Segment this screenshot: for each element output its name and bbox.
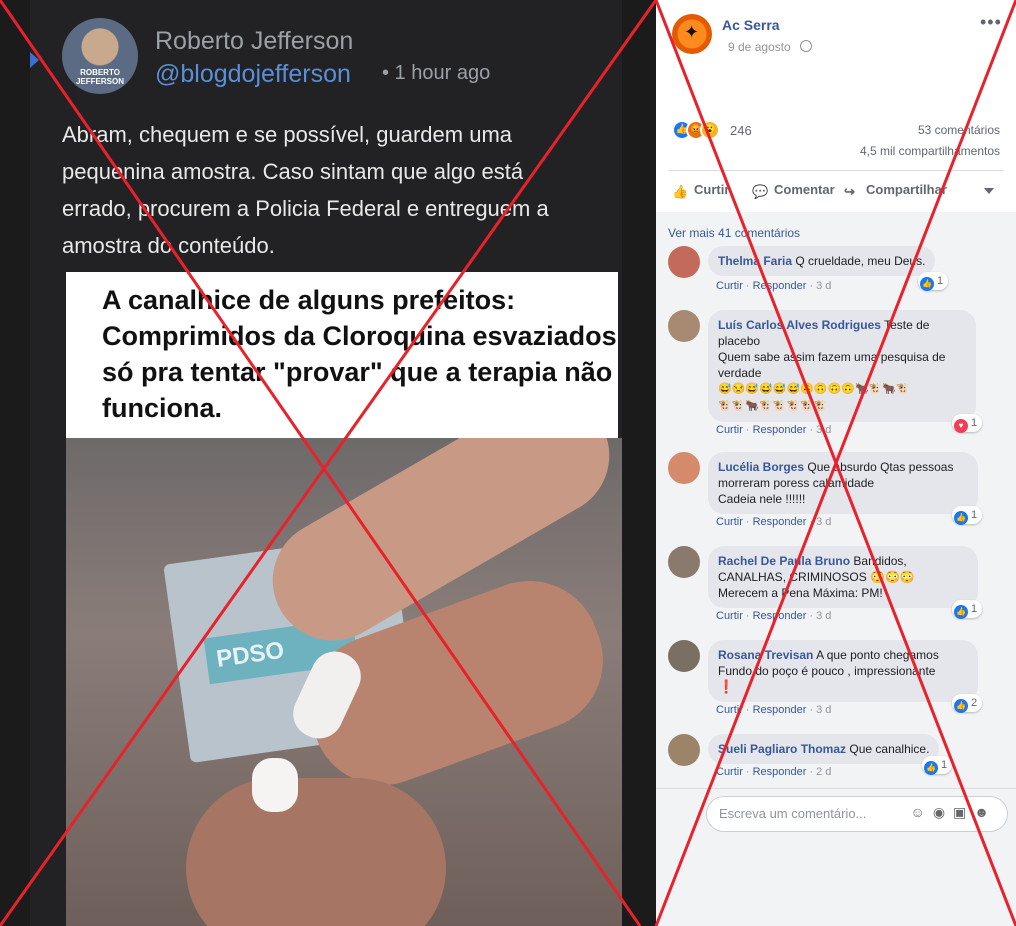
post-actions: 👍 Curtir 💬 Comentar ↪ Compartilhar [672, 176, 1002, 206]
avatar[interactable] [668, 546, 700, 578]
comment-like-link[interactable]: Curtir [716, 424, 743, 436]
share-button[interactable]: ↪ Compartilhar [844, 182, 947, 199]
like-reaction-icon: 👍 [924, 761, 938, 775]
comment-reactions[interactable]: 👍 2 [952, 694, 983, 713]
sticker-icon[interactable]: ☻ [974, 804, 997, 820]
page-name-link[interactable]: Ac Serra [722, 17, 780, 33]
comment-like-link[interactable]: Curtir [716, 280, 743, 292]
shares-count-link[interactable]: 4,5 mil compartilhamentos [860, 144, 1000, 158]
comment-reactions[interactable]: ♥ 1 [952, 414, 983, 433]
avatar[interactable] [668, 640, 700, 672]
tweet-screenshot: ROBERTO JEFFERSON Roberto Jefferson @blo… [0, 0, 656, 926]
comment-actions: Curtir · Responder · 2 d [716, 766, 832, 778]
globe-icon [800, 40, 813, 52]
comments-count-link[interactable]: 53 comentários [918, 123, 1000, 137]
avatar[interactable] [668, 452, 700, 484]
gif-icon[interactable]: ▣ [953, 804, 974, 820]
comment-reactions[interactable]: 👍 1 [952, 600, 983, 619]
comment-author[interactable]: Sueli Pagliaro Thomaz [718, 742, 846, 756]
speech-bubble-icon: 💬 [752, 184, 769, 199]
comment-actions: Curtir · Responder · 3 d [716, 424, 832, 436]
comment-actions: Curtir · Responder · 3 d [716, 610, 832, 622]
meme-caption-text: A canalhice de alguns prefeitos: Comprim… [102, 285, 617, 423]
comment-bubble: Lucélia Borges Que absurdo Qtas pessoas … [708, 452, 978, 514]
hand-thumb [186, 778, 446, 926]
heart-reaction-icon: ♥ [954, 419, 968, 433]
comment-reactions[interactable]: 👍 1 [922, 756, 953, 775]
compose-tools: ☺◉▣☻ [911, 804, 997, 821]
comment-text: Que canalhice. [849, 742, 930, 756]
comment-emoji: 😅😒😅😅😅😅🙃🙃🙃🙃🐂🐮🐂🐮 🐮🐮🐂🐮🐮🐮🐮🐮 [718, 383, 910, 412]
comment-actions: Curtir · Responder · 3 d [716, 704, 832, 716]
comment-age[interactable]: 3 d [816, 610, 831, 622]
like-reaction-icon: 👍 [920, 277, 934, 291]
comment-author[interactable]: Rosana Trevisan [718, 648, 813, 662]
comment-reply-link[interactable]: Responder [753, 610, 807, 622]
comment-reply-link[interactable]: Responder [753, 280, 807, 292]
comment-emoji: ❗ [718, 679, 735, 694]
like-reaction-icon: 👍 [954, 511, 968, 525]
avatar[interactable] [668, 310, 700, 342]
camera-icon[interactable]: ◉ [933, 804, 953, 820]
tweet-text: Abram, chequem e se possível, guardem um… [62, 122, 549, 258]
comment-author[interactable]: Lucélia Borges [718, 460, 804, 474]
divider [668, 170, 1004, 171]
comment-like-link[interactable]: Curtir [716, 704, 743, 716]
avatar[interactable] [668, 246, 700, 278]
comment-author[interactable]: Rachel De Paula Bruno [718, 554, 850, 568]
comment-bubble: Thelma Faria Q crueldade, meu Deus. [708, 246, 936, 276]
comment-reply-link[interactable]: Responder [753, 766, 807, 778]
see-more-comments-link[interactable]: Ver mais 41 comentários [668, 226, 800, 240]
comment-reactions[interactable]: 👍 1 [952, 506, 983, 525]
like-reaction-icon: 👍 [954, 699, 968, 713]
comment-age[interactable]: 3 d [816, 424, 831, 436]
chevron-down-icon[interactable] [984, 188, 994, 194]
reaction-count: 246 [730, 123, 752, 138]
comment-like-link[interactable]: Curtir [716, 516, 743, 528]
tweet-author-avatar: ROBERTO JEFFERSON [62, 18, 138, 94]
comment-author[interactable]: Luís Carlos Alves Rodrigues [718, 318, 881, 332]
comment-age[interactable]: 3 d [816, 704, 831, 716]
post-date[interactable]: 9 de agosto [728, 40, 813, 54]
tweet-author-handle: @blogdojefferson [155, 60, 351, 88]
capsule-half [252, 758, 298, 812]
comment-actions: Curtir · Responder · 3 d [716, 280, 832, 292]
comment-age[interactable]: 2 d [816, 766, 831, 778]
comment-input-placeholder: Escreva um comentário... [719, 806, 867, 821]
comment-age[interactable]: 3 d [816, 516, 831, 528]
comment-reply-link[interactable]: Responder [753, 704, 807, 716]
comment-bubble: Rachel De Paula Bruno Bandidos, CANALHAS… [708, 546, 978, 608]
thumbs-up-icon: 👍 [672, 184, 689, 199]
comment-text: Q crueldade, meu Deus. [795, 254, 926, 268]
arrow-indicator-icon [30, 52, 39, 68]
comment-author[interactable]: Thelma Faria [718, 254, 792, 268]
comment-bubble: Luís Carlos Alves Rodrigues Teste de pla… [708, 310, 976, 422]
emoji-icon[interactable]: ☺ [911, 804, 933, 820]
meme-photo: PDSO [66, 438, 622, 926]
comment-age[interactable]: 3 d [816, 280, 831, 292]
comment-bubble: Rosana Trevisan A que ponto chegamos Fun… [708, 640, 978, 702]
more-options-icon[interactable]: ••• [980, 12, 1002, 33]
comment-like-link[interactable]: Curtir [716, 610, 743, 622]
wow-reaction-icon: 😮 [700, 120, 720, 140]
like-reaction-icon: 👍 [954, 605, 968, 619]
like-button[interactable]: 👍 Curtir [672, 182, 729, 199]
share-arrow-icon: ↪ [844, 184, 855, 199]
comment-button[interactable]: 💬 Comentar [752, 182, 835, 199]
comment-bubble: Sueli Pagliaro Thomaz Que canalhice. [708, 734, 940, 764]
comment-input[interactable]: Escreva um comentário... ☺◉▣☻ [706, 796, 1008, 832]
comment-reply-link[interactable]: Responder [753, 516, 807, 528]
comment-like-link[interactable]: Curtir [716, 766, 743, 778]
divider [656, 788, 1016, 789]
comment-reactions[interactable]: 👍 1 [918, 272, 949, 291]
avatar[interactable] [668, 734, 700, 766]
tweet-author-name: Roberto Jefferson [155, 27, 354, 55]
comment-actions: Curtir · Responder · 3 d [716, 516, 832, 528]
tweet-timestamp: • 1 hour ago [382, 62, 491, 84]
facebook-post: Ac Serra 9 de agosto ••• 👍 😡 😮 246 53 co… [656, 0, 1016, 926]
comment-reply-link[interactable]: Responder [753, 424, 807, 436]
page-avatar[interactable] [672, 14, 712, 54]
meme-caption-box: A canalhice de alguns prefeitos: Comprim… [66, 272, 618, 438]
